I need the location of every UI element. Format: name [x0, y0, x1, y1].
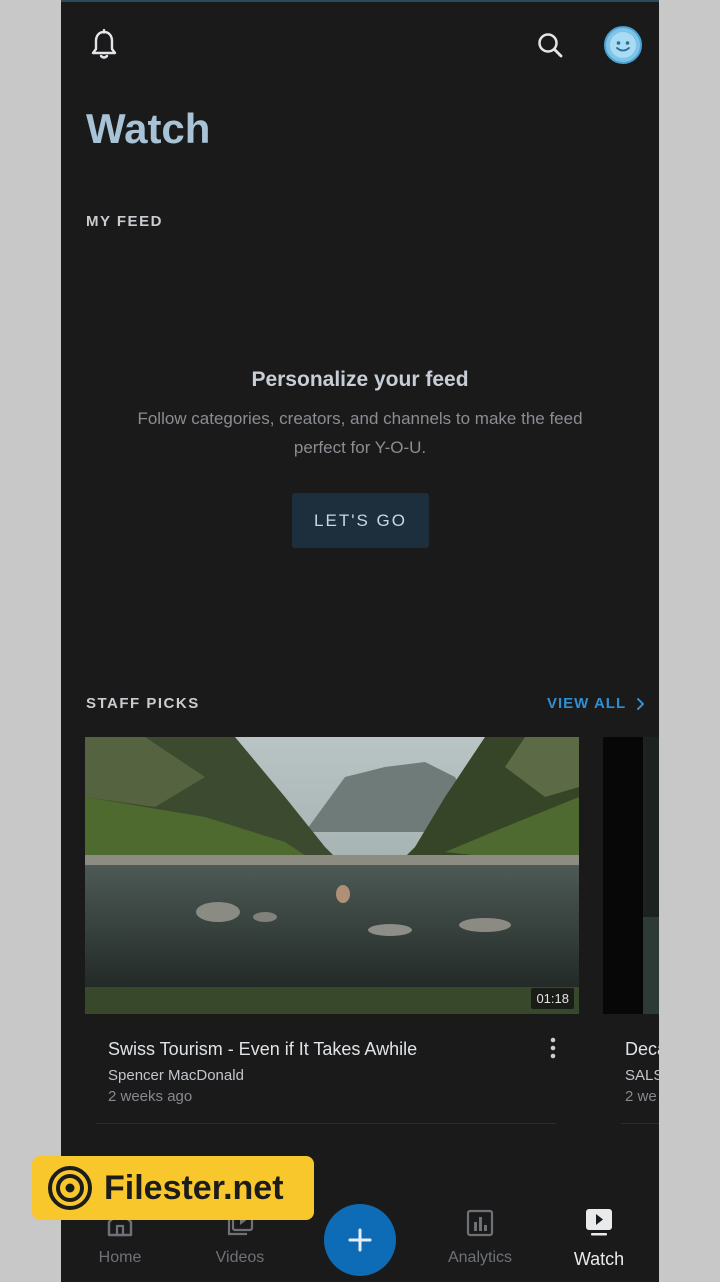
- chevron-right-icon: [637, 697, 645, 710]
- video-card[interactable]: 01:18 Swiss Tourism - Even if It Takes A…: [85, 737, 579, 1105]
- page-title: Watch: [86, 105, 211, 152]
- video-title[interactable]: Swiss Tourism - Even if It Takes Awhile: [108, 1039, 417, 1060]
- spiral-logo-icon: [48, 1166, 92, 1210]
- video-posted: 2 we: [625, 1088, 657, 1105]
- watermark-badge: Filester.net: [32, 1156, 314, 1220]
- view-all-link[interactable]: VIEW ALL: [547, 695, 645, 712]
- plus-icon: [348, 1228, 372, 1252]
- bell-icon[interactable]: [87, 26, 121, 64]
- video-meta: Swiss Tourism - Even if It Takes Awhile …: [108, 1039, 417, 1105]
- divider: [96, 1123, 556, 1124]
- lake-landscape-image: [85, 737, 579, 1014]
- watermark-text: Filester.net: [104, 1168, 284, 1207]
- divider: [621, 1123, 659, 1124]
- smiley-avatar-icon: [610, 32, 636, 58]
- avatar[interactable]: [604, 26, 642, 64]
- analytics-icon: [466, 1209, 494, 1237]
- watch-icon: [586, 1209, 612, 1236]
- staff-picks-heading: STAFF PICKS: [86, 695, 200, 712]
- view-all-label: VIEW ALL: [547, 695, 627, 712]
- video-author[interactable]: Spencer MacDonald: [108, 1067, 417, 1084]
- video-posted: 2 weeks ago: [108, 1088, 193, 1105]
- video-thumbnail[interactable]: 01:18: [85, 737, 579, 1014]
- my-feed-heading: MY FEED: [86, 213, 163, 230]
- nav-item-watch[interactable]: Watch: [554, 1206, 644, 1270]
- video-thumbnail[interactable]: [603, 737, 659, 1014]
- add-button[interactable]: [324, 1204, 396, 1276]
- more-options-icon[interactable]: [543, 1037, 563, 1063]
- video-thumbnail-image: [603, 737, 659, 1014]
- nav-item-analytics[interactable]: Analytics: [435, 1208, 525, 1267]
- video-duration: 01:18: [531, 988, 574, 1009]
- search-icon[interactable]: [533, 26, 567, 64]
- video-meta: Deca SALS 2 we: [625, 1039, 659, 1105]
- empty-state-description: Follow categories, creators, and channel…: [137, 409, 583, 457]
- nav-label-videos: Videos: [215, 1249, 265, 1266]
- empty-state-title: Personalize your feed: [251, 368, 469, 391]
- nav-label-watch: Watch: [573, 1249, 625, 1269]
- lets-go-button[interactable]: LET'S GO: [292, 493, 429, 548]
- feed-empty-state: Personalize your feed Follow categories,…: [121, 368, 599, 462]
- nav-label-home: Home: [98, 1249, 142, 1266]
- video-title[interactable]: Deca: [625, 1039, 659, 1060]
- app-screen: Watch MY FEED Personalize your feed Foll…: [61, 0, 659, 1282]
- nav-label-analytics: Analytics: [447, 1249, 513, 1266]
- top-bar: [61, 2, 659, 88]
- video-card[interactable]: Deca SALS 2 we: [603, 737, 659, 1105]
- video-author[interactable]: SALS: [625, 1067, 659, 1084]
